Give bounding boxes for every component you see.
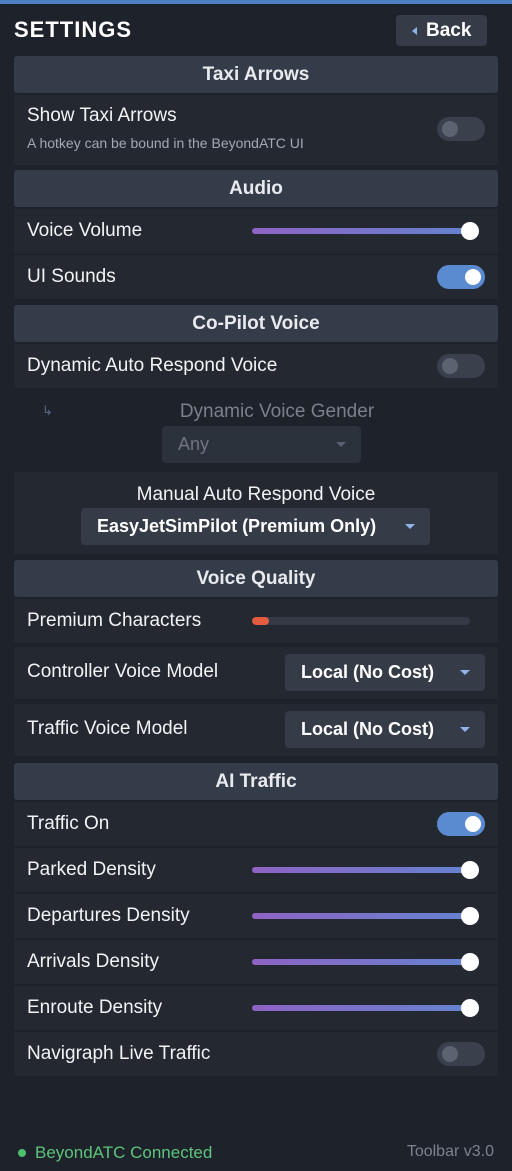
slider-thumb[interactable]: [461, 953, 479, 971]
traffic-on-toggle[interactable]: [437, 812, 485, 836]
status-dot-icon: [18, 1149, 26, 1157]
chevron-down-icon: [460, 670, 470, 675]
slider-thumb[interactable]: [461, 907, 479, 925]
chevron-down-icon: [336, 442, 346, 447]
enroute-density-label: Enroute Density: [27, 997, 163, 1018]
premium-characters-fill: [252, 617, 270, 625]
controller-voice-model-select[interactable]: Local (No Cost): [285, 654, 485, 691]
parked-density-label: Parked Density: [27, 859, 156, 880]
traffic-voice-model-select[interactable]: Local (No Cost): [285, 711, 485, 748]
row-navigraph-live-traffic: Navigraph Live Traffic: [14, 1032, 498, 1076]
back-button-label: Back: [426, 19, 472, 41]
traffic-voice-model-value: Local (No Cost): [301, 719, 434, 739]
row-traffic-voice-model: Traffic Voice Model Local (No Cost): [14, 704, 498, 756]
dynamic-voice-gender-select[interactable]: Any: [162, 426, 361, 463]
ui-sounds-label: UI Sounds: [27, 266, 116, 287]
controller-voice-model-label: Controller Voice Model: [27, 661, 219, 682]
row-traffic-on: Traffic On: [14, 802, 498, 846]
slider-thumb[interactable]: [461, 999, 479, 1017]
row-arrivals-density: Arrivals Density: [14, 940, 498, 984]
show-taxi-arrows-toggle[interactable]: [437, 117, 485, 141]
arrivals-density-label: Arrivals Density: [27, 951, 159, 972]
section-header-taxi-arrows: Taxi Arrows: [14, 56, 498, 93]
navigraph-live-traffic-toggle[interactable]: [437, 1042, 485, 1066]
connection-status: BeyondATC Connected: [18, 1143, 212, 1163]
dynamic-auto-respond-toggle[interactable]: [437, 354, 485, 378]
dynamic-auto-respond-label: Dynamic Auto Respond Voice: [27, 355, 278, 376]
toolbar-version: Toolbar v3.0: [406, 1143, 494, 1160]
row-premium-characters: Premium Characters: [14, 599, 498, 643]
settings-panel: SETTINGS Back Taxi Arrows Show Taxi Arro…: [0, 0, 512, 1171]
premium-characters-label: Premium Characters: [27, 610, 202, 631]
chevron-left-icon: [412, 26, 417, 35]
toggle-knob: [442, 121, 458, 137]
controller-voice-model-value: Local (No Cost): [301, 662, 434, 682]
traffic-on-label: Traffic On: [27, 813, 110, 834]
slider-thumb[interactable]: [461, 861, 479, 879]
manual-auto-respond-value: EasyJetSimPilot (Premium Only): [97, 516, 377, 536]
section-header-copilot-voice: Co-Pilot Voice: [14, 305, 498, 342]
chevron-down-icon: [460, 727, 470, 732]
connection-status-text: BeyondATC Connected: [35, 1143, 213, 1162]
row-manual-auto-respond: Manual Auto Respond Voice EasyJetSimPilo…: [14, 472, 498, 554]
row-enroute-density: Enroute Density: [14, 986, 498, 1030]
show-taxi-arrows-label: Show Taxi Arrows: [27, 105, 177, 126]
back-button[interactable]: Back: [396, 15, 487, 46]
parked-density-slider[interactable]: [252, 861, 479, 879]
ui-sounds-toggle[interactable]: [437, 265, 485, 289]
voice-volume-slider[interactable]: [252, 222, 479, 240]
dynamic-voice-gender-label: Dynamic Voice Gender: [179, 401, 375, 422]
row-dynamic-auto-respond: Dynamic Auto Respond Voice: [14, 344, 498, 388]
toggle-knob: [442, 358, 458, 374]
toggle-knob: [442, 1046, 458, 1062]
departures-density-label: Departures Density: [27, 905, 190, 926]
premium-characters-bar: [252, 617, 470, 625]
departures-density-slider[interactable]: [252, 907, 479, 925]
manual-auto-respond-label: Manual Auto Respond Voice: [136, 484, 376, 505]
enroute-density-slider[interactable]: [252, 999, 479, 1017]
toggle-knob: [465, 816, 481, 832]
dynamic-voice-gender-value: Any: [178, 434, 210, 454]
row-controller-voice-model: Controller Voice Model Local (No Cost): [14, 647, 498, 699]
page-title: SETTINGS: [14, 17, 133, 42]
navigraph-live-traffic-label: Navigraph Live Traffic: [27, 1043, 211, 1064]
show-taxi-arrows-hint: A hotkey can be bound in the BeyondATC U…: [27, 135, 304, 151]
row-ui-sounds: UI Sounds: [14, 255, 498, 299]
toggle-knob: [465, 269, 481, 285]
row-departures-density: Departures Density: [14, 894, 498, 938]
row-voice-volume: Voice Volume: [14, 209, 498, 253]
traffic-voice-model-label: Traffic Voice Model: [27, 718, 188, 739]
row-show-taxi-arrows: Show Taxi Arrows A hotkey can be bound i…: [14, 95, 498, 165]
slider-thumb[interactable]: [461, 222, 479, 240]
row-parked-density: Parked Density: [14, 848, 498, 892]
section-header-ai-traffic: AI Traffic: [14, 763, 498, 800]
chevron-down-icon: [405, 524, 415, 529]
section-header-voice-quality: Voice Quality: [14, 560, 498, 597]
header: SETTINGS Back: [0, 4, 512, 54]
manual-auto-respond-select[interactable]: EasyJetSimPilot (Premium Only): [81, 508, 430, 545]
arrivals-density-slider[interactable]: [252, 953, 479, 971]
voice-volume-label: Voice Volume: [27, 220, 143, 241]
section-header-audio: Audio: [14, 170, 498, 207]
